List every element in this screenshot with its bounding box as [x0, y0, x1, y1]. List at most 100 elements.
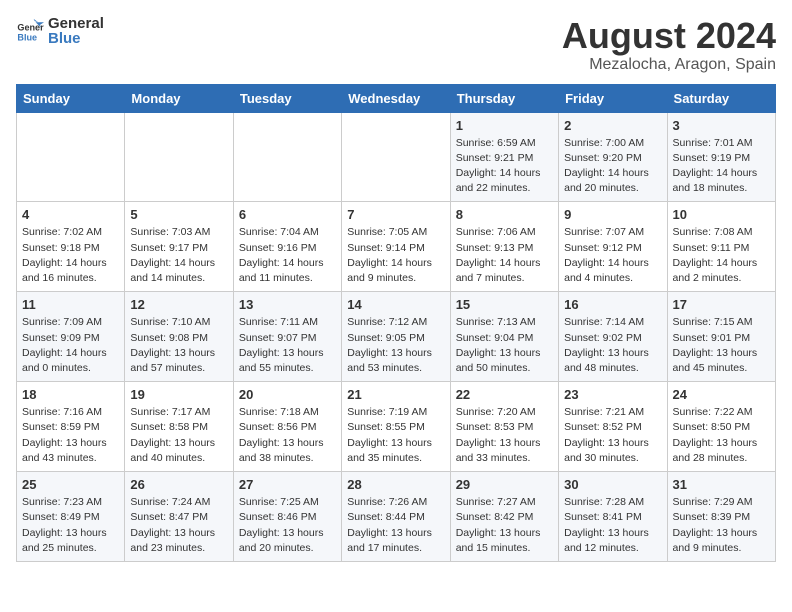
- day-number: 5: [130, 207, 227, 222]
- day-info: Sunrise: 7:22 AM Sunset: 8:50 PM Dayligh…: [673, 405, 770, 466]
- day-info: Sunrise: 7:20 AM Sunset: 8:53 PM Dayligh…: [456, 405, 553, 466]
- day-number: 25: [22, 477, 119, 492]
- calendar-week-row: 4Sunrise: 7:02 AM Sunset: 9:18 PM Daylig…: [17, 202, 776, 292]
- calendar-cell: 1 Sunrise: 6:59 AM Sunset: 9:21 PM Daylig…: [450, 112, 558, 202]
- logo-icon: General Blue: [16, 18, 44, 46]
- svg-text:Blue: Blue: [17, 32, 37, 42]
- calendar-cell: 29 Sunrise: 7:27 AM Sunset: 8:42 PM Dayli…: [450, 472, 558, 562]
- calendar-cell: 25Sunrise: 7:23 AM Sunset: 8:49 PM Dayli…: [17, 472, 125, 562]
- calendar-cell: 14Sunrise: 7:12 AM Sunset: 9:05 PM Dayli…: [342, 292, 450, 382]
- calendar-cell: 26Sunrise: 7:24 AM Sunset: 8:47 PM Dayli…: [125, 472, 233, 562]
- day-info: Sunrise: 7:14 AM Sunset: 9:02 PM Dayligh…: [564, 315, 661, 376]
- header-friday: Friday: [559, 84, 667, 112]
- day-number: 19: [130, 387, 227, 402]
- calendar-cell: 18 Sunrise: 7:16 AM Sunset: 8:59 PM Dayli…: [17, 382, 125, 472]
- day-info: Sunrise: 7:17 AM Sunset: 8:58 PM Dayligh…: [130, 405, 227, 466]
- day-info: Sunrise: 7:15 AM Sunset: 9:01 PM Dayligh…: [673, 315, 770, 376]
- day-number: 12: [130, 297, 227, 312]
- calendar-cell: 9 Sunrise: 7:07 AM Sunset: 9:12 PM Daylig…: [559, 202, 667, 292]
- day-info: Sunrise: 7:11 AM Sunset: 9:07 PM Dayligh…: [239, 315, 336, 376]
- calendar-cell: 12 Sunrise: 7:10 AM Sunset: 9:08 PM Dayli…: [125, 292, 233, 382]
- calendar-week-row: 11Sunrise: 7:09 AM Sunset: 9:09 PM Dayli…: [17, 292, 776, 382]
- day-info: Sunrise: 7:13 AM Sunset: 9:04 PM Dayligh…: [456, 315, 553, 376]
- calendar-cell: 8Sunrise: 7:06 AM Sunset: 9:13 PM Daylig…: [450, 202, 558, 292]
- calendar-header-row: SundayMondayTuesdayWednesdayThursdayFrid…: [17, 84, 776, 112]
- calendar-cell: [125, 112, 233, 202]
- day-number: 3: [673, 118, 770, 133]
- day-number: 18: [22, 387, 119, 402]
- header-thursday: Thursday: [450, 84, 558, 112]
- calendar-cell: 31Sunrise: 7:29 AM Sunset: 8:39 PM Dayli…: [667, 472, 775, 562]
- calendar-cell: 23Sunrise: 7:21 AM Sunset: 8:52 PM Dayli…: [559, 382, 667, 472]
- header-wednesday: Wednesday: [342, 84, 450, 112]
- day-info: Sunrise: 7:09 AM Sunset: 9:09 PM Dayligh…: [22, 315, 119, 376]
- day-info: Sunrise: 6:59 AM Sunset: 9:21 PM Dayligh…: [456, 136, 553, 197]
- calendar-cell: 15 Sunrise: 7:13 AM Sunset: 9:04 PM Dayli…: [450, 292, 558, 382]
- logo-text: General Blue: [48, 16, 104, 47]
- calendar-cell: 22 Sunrise: 7:20 AM Sunset: 8:53 PM Dayli…: [450, 382, 558, 472]
- calendar-cell: [342, 112, 450, 202]
- day-info: Sunrise: 7:10 AM Sunset: 9:08 PM Dayligh…: [130, 315, 227, 376]
- day-number: 6: [239, 207, 336, 222]
- calendar-cell: 11Sunrise: 7:09 AM Sunset: 9:09 PM Dayli…: [17, 292, 125, 382]
- day-info: Sunrise: 7:18 AM Sunset: 8:56 PM Dayligh…: [239, 405, 336, 466]
- day-info: Sunrise: 7:28 AM Sunset: 8:41 PM Dayligh…: [564, 495, 661, 556]
- day-info: Sunrise: 7:27 AM Sunset: 8:42 PM Dayligh…: [456, 495, 553, 556]
- day-number: 24: [673, 387, 770, 402]
- title-area: August 2024 Mezalocha, Aragon, Spain: [562, 16, 776, 74]
- day-info: Sunrise: 7:19 AM Sunset: 8:55 PM Dayligh…: [347, 405, 444, 466]
- page-header: General Blue General Blue August 2024 Me…: [16, 16, 776, 74]
- day-number: 8: [456, 207, 553, 222]
- day-info: Sunrise: 7:00 AM Sunset: 9:20 PM Dayligh…: [564, 136, 661, 197]
- calendar-cell: 16 Sunrise: 7:14 AM Sunset: 9:02 PM Dayli…: [559, 292, 667, 382]
- calendar-cell: 2 Sunrise: 7:00 AM Sunset: 9:20 PM Daylig…: [559, 112, 667, 202]
- day-info: Sunrise: 7:08 AM Sunset: 9:11 PM Dayligh…: [673, 225, 770, 286]
- day-number: 17: [673, 297, 770, 312]
- day-number: 13: [239, 297, 336, 312]
- calendar-cell: 30Sunrise: 7:28 AM Sunset: 8:41 PM Dayli…: [559, 472, 667, 562]
- header-sunday: Sunday: [17, 84, 125, 112]
- day-info: Sunrise: 7:16 AM Sunset: 8:59 PM Dayligh…: [22, 405, 119, 466]
- calendar-cell: 4Sunrise: 7:02 AM Sunset: 9:18 PM Daylig…: [17, 202, 125, 292]
- logo-blue: Blue: [48, 31, 104, 48]
- day-number: 28: [347, 477, 444, 492]
- calendar-week-row: 25Sunrise: 7:23 AM Sunset: 8:49 PM Dayli…: [17, 472, 776, 562]
- calendar-cell: 13 Sunrise: 7:11 AM Sunset: 9:07 PM Dayli…: [233, 292, 341, 382]
- header-tuesday: Tuesday: [233, 84, 341, 112]
- day-number: 2: [564, 118, 661, 133]
- day-number: 4: [22, 207, 119, 222]
- day-info: Sunrise: 7:01 AM Sunset: 9:19 PM Dayligh…: [673, 136, 770, 197]
- calendar-cell: 27 Sunrise: 7:25 AM Sunset: 8:46 PM Dayli…: [233, 472, 341, 562]
- day-number: 1: [456, 118, 553, 133]
- calendar-cell: 17 Sunrise: 7:15 AM Sunset: 9:01 PM Dayli…: [667, 292, 775, 382]
- calendar-cell: 5 Sunrise: 7:03 AM Sunset: 9:17 PM Daylig…: [125, 202, 233, 292]
- day-number: 29: [456, 477, 553, 492]
- day-info: Sunrise: 7:24 AM Sunset: 8:47 PM Dayligh…: [130, 495, 227, 556]
- day-info: Sunrise: 7:04 AM Sunset: 9:16 PM Dayligh…: [239, 225, 336, 286]
- day-number: 27: [239, 477, 336, 492]
- day-info: Sunrise: 7:03 AM Sunset: 9:17 PM Dayligh…: [130, 225, 227, 286]
- day-info: Sunrise: 7:25 AM Sunset: 8:46 PM Dayligh…: [239, 495, 336, 556]
- calendar-cell: 21 Sunrise: 7:19 AM Sunset: 8:55 PM Dayli…: [342, 382, 450, 472]
- header-monday: Monday: [125, 84, 233, 112]
- day-number: 21: [347, 387, 444, 402]
- calendar-week-row: 1 Sunrise: 6:59 AM Sunset: 9:21 PM Daylig…: [17, 112, 776, 202]
- day-number: 7: [347, 207, 444, 222]
- day-number: 10: [673, 207, 770, 222]
- day-info: Sunrise: 7:07 AM Sunset: 9:12 PM Dayligh…: [564, 225, 661, 286]
- day-info: Sunrise: 7:21 AM Sunset: 8:52 PM Dayligh…: [564, 405, 661, 466]
- day-number: 22: [456, 387, 553, 402]
- calendar-cell: 7 Sunrise: 7:05 AM Sunset: 9:14 PM Daylig…: [342, 202, 450, 292]
- day-info: Sunrise: 7:05 AM Sunset: 9:14 PM Dayligh…: [347, 225, 444, 286]
- calendar-cell: [233, 112, 341, 202]
- calendar-cell: 19 Sunrise: 7:17 AM Sunset: 8:58 PM Dayli…: [125, 382, 233, 472]
- calendar-cell: 10 Sunrise: 7:08 AM Sunset: 9:11 PM Dayli…: [667, 202, 775, 292]
- calendar-cell: 20Sunrise: 7:18 AM Sunset: 8:56 PM Dayli…: [233, 382, 341, 472]
- calendar-week-row: 18 Sunrise: 7:16 AM Sunset: 8:59 PM Dayli…: [17, 382, 776, 472]
- day-number: 15: [456, 297, 553, 312]
- logo: General Blue General Blue: [16, 16, 104, 47]
- header-saturday: Saturday: [667, 84, 775, 112]
- day-number: 9: [564, 207, 661, 222]
- calendar-cell: 6 Sunrise: 7:04 AM Sunset: 9:16 PM Daylig…: [233, 202, 341, 292]
- day-number: 16: [564, 297, 661, 312]
